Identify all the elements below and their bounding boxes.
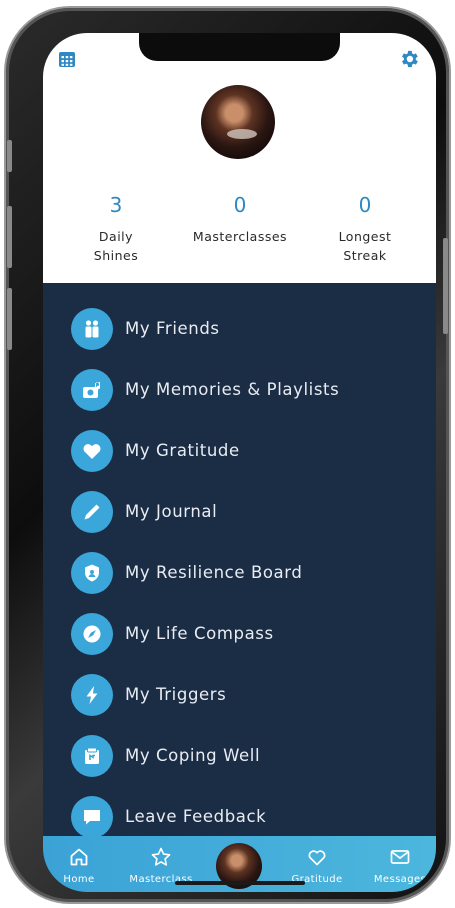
menu-item-label: My Coping Well <box>125 746 261 765</box>
menu-item-my-resilience-board[interactable]: My Resilience Board <box>71 552 431 594</box>
stat-label-line: Shines <box>93 248 139 263</box>
menu-item-label: My Memories & Playlists <box>125 380 340 399</box>
stat-label: Longest Streak <box>310 227 420 265</box>
stat-daily-shines: 3 Daily Shines <box>56 193 176 265</box>
menu-item-my-life-compass[interactable]: My Life Compass <box>71 613 431 655</box>
tab-label: Home <box>63 874 95 885</box>
power-button <box>443 238 448 334</box>
menu-item-my-friends[interactable]: My Friends <box>71 308 431 350</box>
tab-masterclass[interactable]: Masterclass <box>121 836 201 885</box>
stat-value: 0 <box>358 193 372 217</box>
menu-item-my-triggers[interactable]: My Triggers <box>71 674 431 716</box>
volume-down-button <box>7 288 12 350</box>
stat-value: 0 <box>233 193 247 217</box>
stat-value: 3 <box>109 193 123 217</box>
menu-item-label: My Journal <box>125 502 218 521</box>
menu-item-label: My Friends <box>125 319 220 338</box>
heart-icon <box>71 430 113 472</box>
coping-well-icon <box>71 735 113 777</box>
stat-masterclasses: 0 Masterclasses <box>176 193 304 246</box>
stat-label: Daily Shines <box>56 227 176 265</box>
menu-item-my-coping-well[interactable]: My Coping Well <box>71 735 431 777</box>
menu-item-label: My Resilience Board <box>125 563 303 582</box>
chat-bubble-icon <box>71 796 113 838</box>
menu-item-leave-feedback[interactable]: Leave Feedback <box>71 796 431 838</box>
home-icon <box>70 848 88 866</box>
stat-label-line: Longest <box>338 229 392 244</box>
gear-icon[interactable] <box>398 48 420 70</box>
menu-item-label: My Gratitude <box>125 441 240 460</box>
friends-icon <box>71 308 113 350</box>
phone-frame: 3 Daily Shines 0 Masterclasses 0 Longest… <box>6 8 449 902</box>
memories-camera-icon <box>71 369 113 411</box>
tab-gratitude[interactable]: Gratitude <box>279 836 355 885</box>
tab-label: Messages <box>373 874 427 885</box>
menu-item-label: Leave Feedback <box>125 807 267 826</box>
menu-item-label: My Triggers <box>125 685 227 704</box>
menu-item-my-memories-playlists[interactable]: My Memories & Playlists <box>71 369 431 411</box>
menu-item-my-journal[interactable]: My Journal <box>71 491 431 533</box>
notch <box>139 33 340 61</box>
menu-item-label: My Life Compass <box>125 624 274 643</box>
stat-longest-streak: 0 Longest Streak <box>310 193 420 265</box>
home-indicator <box>175 881 305 885</box>
lightning-icon <box>71 674 113 716</box>
star-icon <box>151 847 171 866</box>
profile-avatar[interactable] <box>201 85 275 159</box>
stat-label-line: Streak <box>343 248 387 263</box>
compass-icon <box>71 613 113 655</box>
menu-item-my-gratitude[interactable]: My Gratitude <box>71 430 431 472</box>
stat-label-line: Daily <box>98 229 134 244</box>
stat-label-line: Masterclasses <box>192 229 288 244</box>
shield-icon <box>71 552 113 594</box>
calendar-grid-icon[interactable] <box>58 50 76 68</box>
volume-up-button <box>7 206 12 268</box>
heart-outline-icon <box>308 850 326 866</box>
tab-messages[interactable]: Messages <box>361 836 436 885</box>
tab-home[interactable]: Home <box>57 836 101 885</box>
envelope-icon <box>390 850 410 864</box>
app-screen: 3 Daily Shines 0 Masterclasses 0 Longest… <box>43 33 436 892</box>
profile-header: 3 Daily Shines 0 Masterclasses 0 Longest… <box>43 33 436 283</box>
pen-icon <box>71 491 113 533</box>
stat-label: Masterclasses <box>176 227 304 246</box>
mute-switch <box>7 140 12 172</box>
